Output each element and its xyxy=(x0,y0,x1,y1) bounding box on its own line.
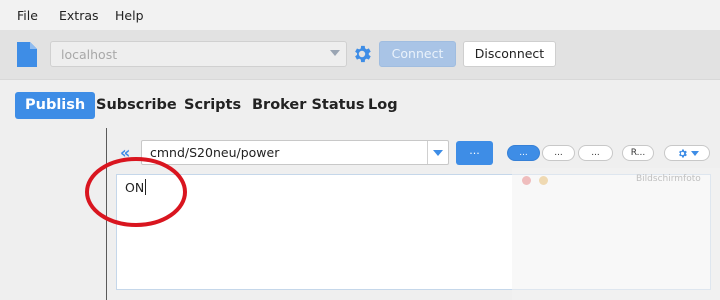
annotation-circle xyxy=(85,157,187,227)
